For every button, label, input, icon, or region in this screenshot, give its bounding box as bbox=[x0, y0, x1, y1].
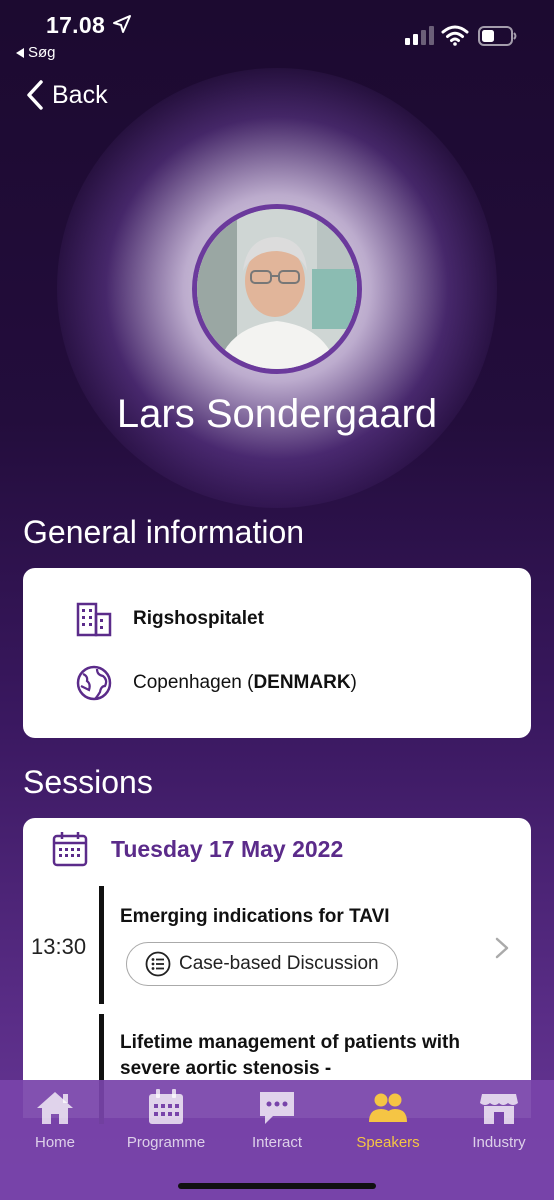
tab-speakers-label: Speakers bbox=[356, 1134, 420, 1151]
session-title: Emerging indications for TAVI bbox=[120, 906, 390, 927]
tab-programme[interactable]: Programme bbox=[111, 1088, 221, 1151]
city-text: Copenhagen ( bbox=[133, 672, 254, 693]
status-bar: 17.08 Søg bbox=[0, 0, 554, 70]
wifi-icon bbox=[441, 25, 469, 46]
session-time: 13:30 bbox=[31, 934, 87, 959]
speaker-avatar bbox=[192, 204, 362, 374]
back-triangle-icon bbox=[16, 47, 24, 58]
tab-industry-label: Industry bbox=[472, 1134, 526, 1151]
general-info-card: Rigshospitalet Copenhagen (DENMARK) bbox=[23, 568, 531, 738]
chevron-right-icon bbox=[495, 937, 509, 959]
globe-icon bbox=[76, 665, 112, 701]
tab-home-label: Home bbox=[34, 1134, 75, 1151]
location-row: Copenhagen (DENMARK) bbox=[75, 664, 357, 702]
session-divider bbox=[99, 886, 104, 1004]
back-label: Back bbox=[52, 80, 108, 109]
back-to-app-link[interactable]: Søg bbox=[16, 44, 56, 61]
institution-name: Rigshospitalet bbox=[133, 608, 264, 629]
calendar-icon bbox=[52, 832, 88, 867]
status-time: 17.08 bbox=[46, 12, 106, 38]
sessions-card: Tuesday 17 May 2022 13:30 Emerging indic… bbox=[23, 818, 531, 1124]
session-type-tag: Case-based Discussion bbox=[126, 942, 398, 986]
back-button[interactable]: Back bbox=[26, 80, 108, 110]
city-suffix: ) bbox=[350, 672, 357, 693]
session-type-label: Case-based Discussion bbox=[179, 953, 379, 974]
country-text: DENMARK bbox=[253, 672, 351, 693]
store-icon bbox=[480, 1094, 518, 1124]
session-title: Lifetime management of patients with sev… bbox=[120, 1032, 460, 1079]
location-text: Copenhagen (DENMARK) bbox=[133, 672, 357, 694]
institution-row: Rigshospitalet bbox=[75, 600, 264, 638]
sessions-heading: Sessions bbox=[23, 764, 153, 800]
tab-speakers[interactable]: Speakers bbox=[333, 1088, 443, 1151]
people-icon bbox=[369, 1093, 407, 1122]
cellular-signal-icon bbox=[405, 26, 434, 45]
home-icon bbox=[37, 1092, 73, 1124]
speaker-name: Lars Sondergaard bbox=[116, 392, 438, 436]
tab-programme-label: Programme bbox=[126, 1134, 206, 1151]
chat-icon bbox=[260, 1092, 294, 1124]
battery-icon bbox=[478, 26, 517, 46]
home-indicator[interactable] bbox=[178, 1183, 376, 1189]
general-info-heading: General information bbox=[23, 514, 305, 550]
building-icon bbox=[76, 602, 112, 637]
chevron-left-icon bbox=[27, 80, 43, 110]
list-icon bbox=[145, 951, 171, 977]
speaker-photo bbox=[197, 209, 357, 369]
tab-industry[interactable]: Industry bbox=[444, 1088, 554, 1151]
tab-interact-label: Interact bbox=[251, 1134, 303, 1151]
tab-interact[interactable]: Interact bbox=[222, 1088, 332, 1151]
calendar-icon bbox=[149, 1089, 183, 1124]
location-arrow-icon bbox=[113, 15, 131, 33]
back-app-label: Søg bbox=[28, 44, 56, 61]
tab-home[interactable]: Home bbox=[0, 1088, 110, 1151]
tab-bar: Home Programme Interact Speakers Industr… bbox=[0, 1080, 554, 1200]
session-date: Tuesday 17 May 2022 bbox=[111, 836, 344, 862]
